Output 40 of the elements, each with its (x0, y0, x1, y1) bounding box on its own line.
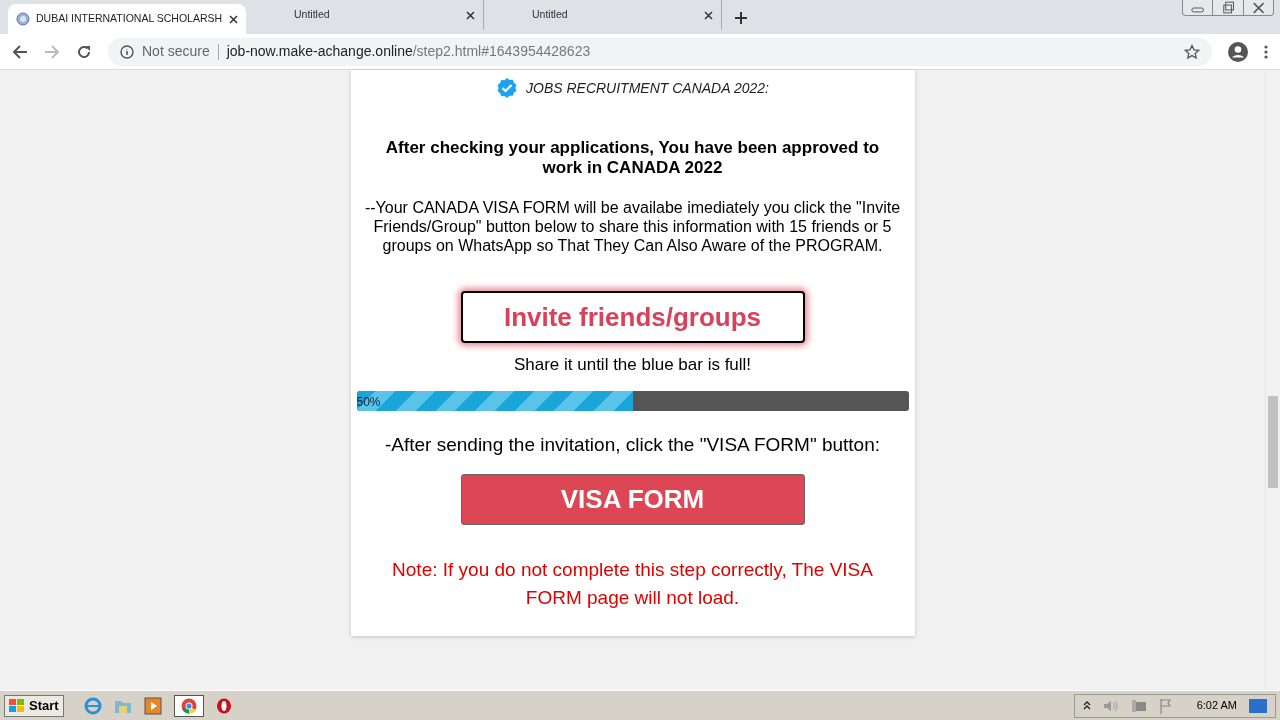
tab-title: DUBAI INTERNATIONAL SCHOLARSH (36, 11, 223, 27)
browser-tab[interactable]: DUBAI INTERNATIONAL SCHOLARSH (8, 4, 246, 34)
after-text: -After sending the invitation, click the "VISA FORM" button: (384, 432, 881, 457)
chevron-icon[interactable] (1082, 700, 1091, 711)
info-icon[interactable] (120, 44, 134, 59)
close-icon[interactable] (466, 10, 475, 20)
warning-note: Note: If you do not complete this step correctly, The VISA FORM page will not load. (391, 558, 874, 610)
scrollbar[interactable] (1265, 70, 1280, 690)
invite-button[interactable]: Invite friends/groups (460, 291, 805, 343)
opera-icon[interactable] (215, 697, 232, 714)
show-desktop-icon[interactable] (1249, 698, 1267, 713)
new-tab-icon[interactable] (734, 11, 748, 25)
browser-tab[interactable]: Untitled (484, 0, 722, 30)
instructions-text: --Your CANADA VISA FORM will be availabe imediately you click the "Invite Friends/Group" button below to share this information with 15 friends or 5 groups on WhatsApp so That They Can Also Aware of the PROGRAM. (363, 198, 902, 255)
chrome-taskbar-button[interactable] (173, 694, 204, 717)
menu-icon[interactable] (1264, 43, 1268, 60)
tab-title: Untitled (293, 7, 331, 23)
badge-text: JOBS RECRUITMENT CANADA 2022: (526, 78, 769, 98)
progress-label: 50% (356, 393, 381, 411)
browser-tab[interactable]: Untitled (246, 0, 484, 30)
back-icon[interactable] (12, 43, 28, 60)
url-text: job-now.make-achange.online/step2.html#1643954428623 (226, 42, 591, 61)
reload-icon[interactable] (76, 43, 92, 60)
headline: After checking your applications, You have been approved to work in CANADA 2022 (384, 138, 881, 178)
clock-text: 6:02 AM (1196, 698, 1237, 714)
security-label: Not secure (142, 42, 210, 61)
close-icon[interactable] (704, 10, 713, 20)
share-hint: Share it until the blue bar is full! (513, 354, 752, 376)
star-icon[interactable] (1184, 43, 1200, 60)
start-button[interactable]: Start (4, 694, 64, 717)
windows-logo-icon (9, 698, 25, 713)
account-icon[interactable] (1228, 41, 1248, 62)
close-icon[interactable] (229, 14, 238, 24)
chrome-icon (180, 697, 197, 714)
address-field[interactable]: Not secure job-now.make-achange.online/step2.html#1643954428623 (108, 37, 1212, 66)
globe-icon (16, 12, 30, 26)
media-player-icon[interactable] (143, 696, 162, 715)
visa-form-button[interactable]: VISA FORM (460, 474, 805, 525)
tab-title: Untitled (531, 7, 569, 23)
verified-icon (496, 77, 518, 99)
